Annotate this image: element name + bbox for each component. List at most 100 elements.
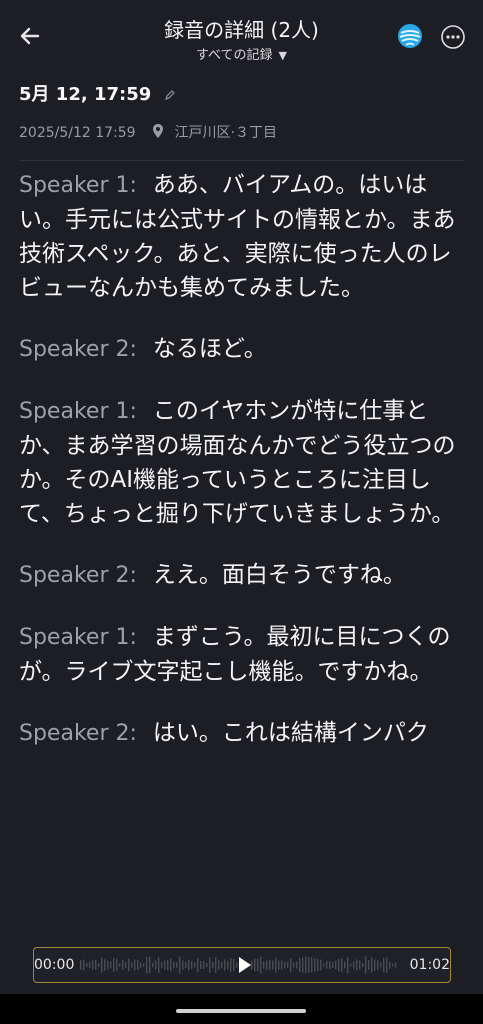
waveform-bar xyxy=(197,958,199,972)
filter-label: すべての記録 xyxy=(195,48,273,63)
recording-datetime: 2025/5/12 17:59 xyxy=(19,125,136,141)
speaker-label[interactable]: Speaker 1: xyxy=(19,173,137,198)
transcript-segment[interactable]: Speaker 2: はい。これは結構インパク xyxy=(19,716,465,751)
waveform-bar xyxy=(377,960,379,970)
waveform-bar xyxy=(362,962,364,968)
waveform-bar xyxy=(185,961,187,969)
waveform-bar xyxy=(110,961,112,969)
waveform-bar xyxy=(299,958,301,972)
waveform-bar xyxy=(218,960,220,970)
speaker-label[interactable]: Speaker 1: xyxy=(19,399,137,424)
transcript-list[interactable]: Speaker 1: ああ、バイアムの。はいはい。手元には公式サイトの情報とか。ま… xyxy=(19,168,465,940)
waveform-bar xyxy=(326,961,328,969)
waveform-bar xyxy=(104,959,106,971)
waveform-bar xyxy=(395,962,397,968)
transcript-segment[interactable]: Speaker 1: このイヤホンが特に仕事とか、まあ学習の場面なんかでどう役立つ… xyxy=(19,394,465,531)
waveform-bar xyxy=(191,961,193,969)
waveform-bar xyxy=(122,960,124,970)
waveform-bar xyxy=(353,960,355,970)
waveform-bar xyxy=(137,960,139,970)
waveform-bar xyxy=(293,962,295,968)
waveform-bar xyxy=(140,962,142,968)
waveform-bar xyxy=(314,958,316,972)
current-time: 00:00 xyxy=(34,957,75,973)
speaker-label[interactable]: Speaker 2: xyxy=(19,563,137,588)
speaker-label[interactable]: Speaker 2: xyxy=(19,721,137,746)
recording-meta: 2025/5/12 17:59 江戸川区·３丁目 xyxy=(19,122,277,142)
speaker-label[interactable]: Speaker 2: xyxy=(19,337,137,362)
more-icon[interactable] xyxy=(440,24,466,50)
duration-time: 01:02 xyxy=(409,957,450,973)
waveform-bar xyxy=(227,960,229,970)
waveform-bar xyxy=(182,960,184,970)
header-bar: 録音の詳細 (2人) すべての記録 ▼ xyxy=(0,0,483,72)
waveform-bar xyxy=(290,958,292,972)
waveform-bar xyxy=(323,963,325,967)
waveform-bar xyxy=(152,962,154,968)
waveform-bar xyxy=(161,962,163,968)
waveform-bar xyxy=(371,957,373,973)
waveform-bar xyxy=(359,960,361,970)
waveform-bar xyxy=(272,960,274,970)
waveform-bar xyxy=(95,959,97,971)
waveform-bar xyxy=(158,956,160,974)
waveform-bar xyxy=(98,962,100,968)
waveform-bar xyxy=(389,961,391,969)
waveform-bar xyxy=(392,963,394,967)
waveform-bar xyxy=(380,962,382,968)
waveform-bar xyxy=(179,956,181,974)
waveform-bar xyxy=(329,960,331,970)
waveform-bar xyxy=(347,956,349,974)
waveform-bar xyxy=(170,958,172,972)
waveform-bar xyxy=(224,959,226,971)
waveform-bar xyxy=(167,959,169,971)
edit-icon[interactable] xyxy=(164,89,176,101)
waveform-bar xyxy=(125,961,127,969)
waveform-bar xyxy=(308,957,310,973)
waveform-bar xyxy=(365,956,367,974)
waveform-bar xyxy=(356,959,358,971)
segment-text: なるほど。 xyxy=(152,336,267,362)
speaker-label[interactable]: Speaker 1: xyxy=(19,625,137,650)
waveform-bar xyxy=(305,956,307,974)
caret-down-icon: ▼ xyxy=(278,49,288,62)
waveform-bar xyxy=(278,960,280,970)
waveform-bar xyxy=(335,960,337,970)
waveform-bar xyxy=(146,956,148,974)
play-icon[interactable] xyxy=(234,955,254,975)
waveform-bar xyxy=(80,960,82,970)
waveform-bar xyxy=(134,959,136,971)
waveform-bar xyxy=(101,957,103,973)
waveform-bar xyxy=(116,958,118,972)
recording-location: 江戸川区·３丁目 xyxy=(174,125,277,141)
recording-title[interactable]: 5月 12, 17:59 xyxy=(19,80,176,106)
location-pin-icon xyxy=(153,124,164,138)
waveform-bar xyxy=(311,957,313,973)
waveform-bar xyxy=(257,958,259,972)
waveform-bar xyxy=(212,961,214,969)
waveform-bar xyxy=(284,961,286,969)
transcript-segment[interactable]: Speaker 1: ああ、バイアムの。はいはい。手元には公式サイトの情報とか。ま… xyxy=(19,168,465,305)
waveform-bar xyxy=(344,961,346,969)
waveform-bar xyxy=(386,957,388,973)
segment-text: ええ。面白そうですね。 xyxy=(152,562,406,588)
waveform-bar xyxy=(92,960,94,970)
home-indicator[interactable] xyxy=(176,1009,306,1013)
transcript-segment[interactable]: Speaker 1: まずこう。最初に目につくのが。ライブ文字起こし機能。ですかね… xyxy=(19,620,465,689)
waveform-bar xyxy=(206,962,208,968)
waveform-bar xyxy=(131,962,133,968)
waveform-bar xyxy=(215,957,217,973)
waveform-bar xyxy=(254,958,256,972)
waveform-bar xyxy=(374,959,376,971)
waveform-bar xyxy=(89,961,91,969)
transcript-segment[interactable]: Speaker 2: なるほど。 xyxy=(19,332,465,367)
waveform-bar xyxy=(221,961,223,969)
waveform-bar xyxy=(113,958,115,972)
transcript-segment[interactable]: Speaker 2: ええ。面白そうですね。 xyxy=(19,558,465,593)
waveform-bar xyxy=(176,962,178,968)
waveform-bar xyxy=(209,957,211,973)
waveform-bar xyxy=(296,961,298,969)
divider xyxy=(19,160,464,161)
app-logo-icon[interactable] xyxy=(396,22,424,50)
audio-player[interactable]: 00:00 01:02 xyxy=(33,947,451,983)
